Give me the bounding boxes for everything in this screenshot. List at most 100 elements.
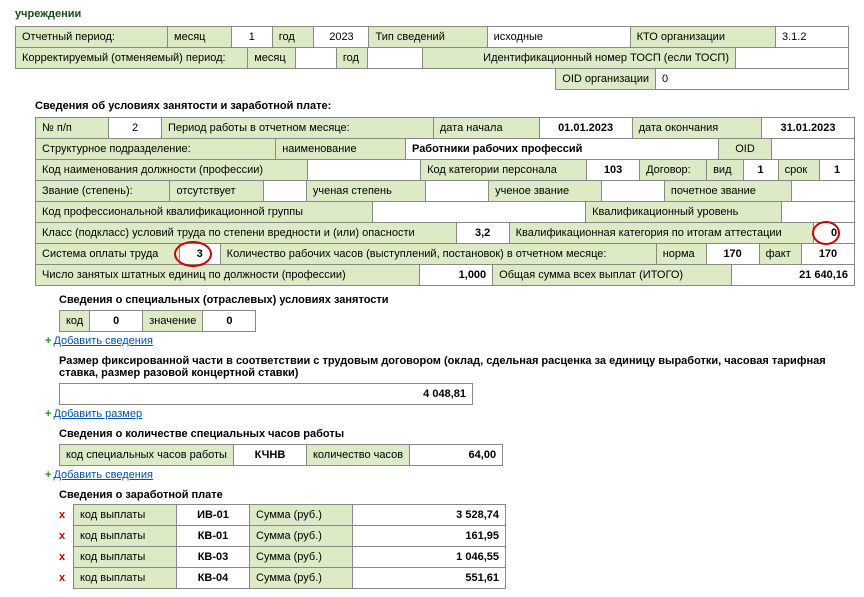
kodprof-val (373, 202, 586, 223)
ots-lbl: отсутствует (170, 181, 263, 202)
struct-oid-val (772, 139, 855, 160)
naim-lbl: наименование (276, 139, 406, 160)
sys-row: Система оплаты труда 3 Количество рабочи… (35, 243, 855, 265)
uch-step-lbl: ученая степень (306, 181, 425, 202)
totals-row: Число занятых штатных единиц по должност… (35, 264, 855, 286)
kodnaim-row: Код наименования должности (профессии) К… (35, 159, 855, 181)
kto-val: 3.1.2 (776, 27, 849, 48)
tosp-lbl: Идентификационный номер ТОСП (если ТОСП) (423, 48, 736, 69)
page-title: учреждении (15, 8, 849, 20)
pay-sum-val: 3 528,74 (353, 505, 506, 526)
uch-step-val (426, 181, 489, 202)
hours-title: Сведения о количестве специальных часов … (59, 428, 849, 440)
total-sum-lbl: Общая сумма всех выплат (ИТОГО) (493, 265, 732, 286)
kvalkat-text: 0 (831, 227, 837, 239)
pay-kod-val: КВ-04 (177, 568, 250, 589)
uch-zv-lbl: ученое звание (489, 181, 602, 202)
poch-lbl: почетное звание (664, 181, 791, 202)
pay-sum-val: 1 046,55 (353, 547, 506, 568)
kvalur-lbl: Квалификационный уровень (586, 202, 782, 223)
period-work-lbl: Период работы в отчетном месяце: (162, 118, 434, 139)
zvanie-row: Звание (степень): отсутствует ученая сте… (35, 180, 855, 202)
fix-table: 4 048,81 (59, 383, 473, 405)
srok-val: 1 (820, 160, 855, 181)
kodnaim-lbl: Код наименования должности (профессии) (36, 160, 308, 181)
uch-zv-val (601, 181, 664, 202)
ots-val (263, 181, 306, 202)
otch-period-lbl: Отчетный период: (16, 27, 168, 48)
month-lbl: месяц (168, 27, 232, 48)
tip-lbl: Тип сведений (369, 27, 487, 48)
pay-row: код выплатыКВ-04Сумма (руб.)551,61 (73, 567, 506, 589)
delete-row-icon[interactable]: x (59, 572, 73, 584)
date-end-val: 31.01.2023 (762, 118, 855, 139)
sys-text: 3 (197, 248, 203, 260)
struct-oid-lbl: OID (719, 139, 772, 160)
kvalkat-lbl: Квалификационная категория по итогам атт… (509, 223, 813, 244)
zvanie-lbl: Звание (степень): (36, 181, 170, 202)
spec-kod-val: 0 (90, 311, 143, 332)
kvalkat-val: 0 (814, 223, 855, 244)
tip-val: исходные (487, 27, 630, 48)
kodnaim-val (308, 160, 421, 181)
date-start-val: 01.01.2023 (539, 118, 632, 139)
add-spec-link[interactable]: Добавить сведения (53, 335, 152, 347)
struct-row: Структурное подразделение: наименование … (35, 138, 855, 160)
spec-title: Сведения о специальных (отраслевых) усло… (59, 294, 849, 306)
kvalur-val (782, 202, 855, 223)
delete-row-icon[interactable]: x (59, 551, 73, 563)
sys-val: 3 (179, 244, 220, 265)
pay-kod-lbl: код выплаты (74, 547, 177, 568)
klass-row: Класс (подкласс) условий труда по степен… (35, 222, 855, 244)
norma-lbl: норма (656, 244, 706, 265)
poch-val (792, 181, 855, 202)
pay-sum-lbl: Сумма (руб.) (250, 568, 353, 589)
oid-org-val: 0 (656, 69, 849, 90)
pay-kod-val: КВ-03 (177, 547, 250, 568)
npp-val: 2 (109, 118, 162, 139)
kodkat-val: 103 (587, 160, 640, 181)
dog-lbl: Договор: (640, 160, 707, 181)
period-table: Отчетный период: месяц 1 год 2023 Тип св… (15, 26, 849, 48)
npp-row: № п/п 2 Период работы в отчетном месяце:… (35, 117, 855, 139)
add-hours-link[interactable]: Добавить сведения (53, 469, 152, 481)
pay-kod-val: ИВ-01 (177, 505, 250, 526)
fix-title: Размер фиксированной части в соответстви… (59, 355, 839, 379)
hours-lbl: Количество рабочих часов (выступлений, п… (220, 244, 656, 265)
kodkat-lbl: Код категории персонала (421, 160, 587, 181)
date-start-lbl: дата начала (433, 118, 539, 139)
kodprof-row: Код профессиональной квалификационной гр… (35, 201, 855, 223)
klass-val: 3,2 (456, 223, 509, 244)
total-sum-val: 21 640,16 (732, 265, 855, 286)
pay-sum-val: 551,61 (353, 568, 506, 589)
delete-row-icon[interactable]: x (59, 530, 73, 542)
spec-zn-val: 0 (203, 311, 256, 332)
pay-sum-lbl: Сумма (руб.) (250, 526, 353, 547)
klass-lbl: Класс (подкласс) условий труда по степен… (36, 223, 457, 244)
year-lbl: год (272, 27, 314, 48)
pay-kod-lbl: код выплаты (74, 505, 177, 526)
naim-val: Работники рабочих профессий (406, 139, 719, 160)
section1-title: Сведения об условиях занятости и заработ… (35, 100, 849, 112)
pay-kod-val: КВ-01 (177, 526, 250, 547)
korr-table: Корректируемый (отменяемый) период: меся… (15, 47, 849, 69)
fakt-val: 170 (802, 244, 855, 265)
korr-lbl: Корректируемый (отменяемый) период: (16, 48, 248, 69)
year-val: 2023 (314, 27, 369, 48)
struct-lbl: Структурное подразделение: (36, 139, 276, 160)
add-fix-link[interactable]: Добавить размер (53, 408, 142, 420)
oid-org-table: OID организации 0 (555, 68, 849, 90)
plus-icon: + (45, 469, 51, 481)
tosp-val (736, 48, 849, 69)
pay-row: код выплатыИВ-01Сумма (руб.)3 528,74 (73, 504, 506, 526)
pay-sum-lbl: Сумма (руб.) (250, 505, 353, 526)
fix-val: 4 048,81 (60, 384, 473, 405)
delete-row-icon[interactable]: x (59, 509, 73, 521)
srok-lbl: срок (778, 160, 819, 181)
hours-count-val: 64,00 (410, 445, 503, 466)
pay-sum-lbl: Сумма (руб.) (250, 547, 353, 568)
kto-lbl: КТО организации (630, 27, 775, 48)
pay-row: код выплатыКВ-03Сумма (руб.)1 046,55 (73, 546, 506, 568)
plus-icon: + (45, 408, 51, 420)
pay-sum-val: 161,95 (353, 526, 506, 547)
